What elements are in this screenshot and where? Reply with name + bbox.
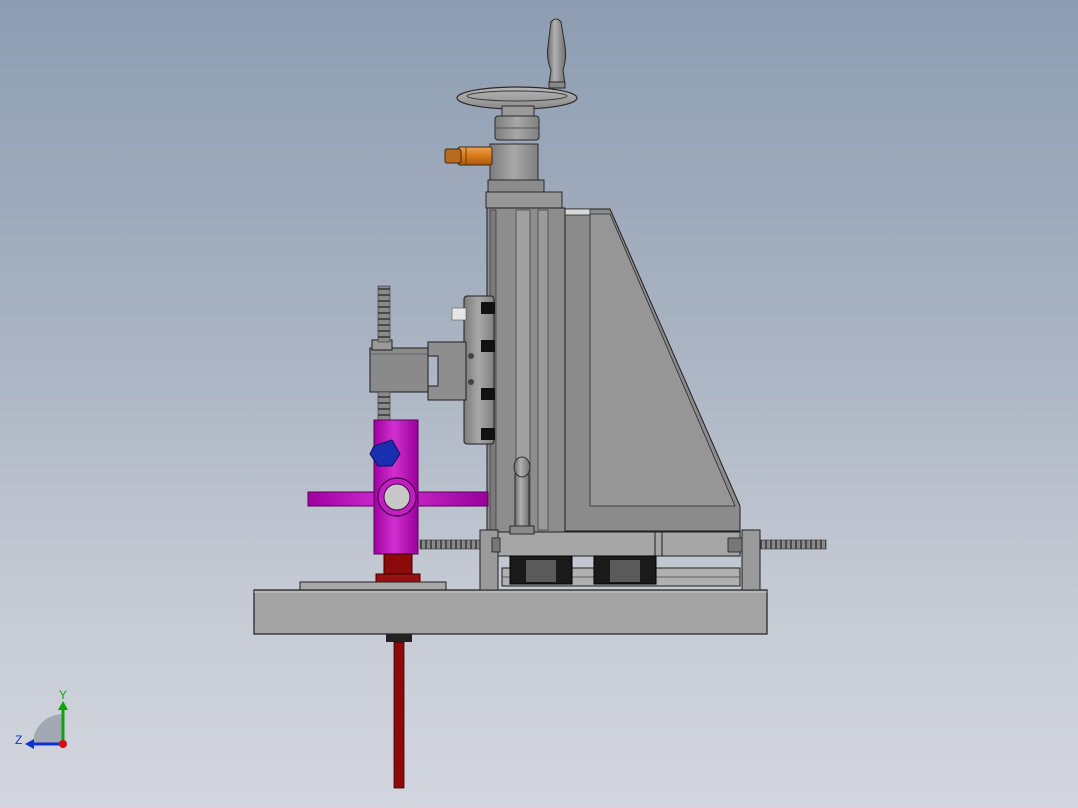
clamp-body (369, 347, 429, 393)
horizontal-threaded-rod-left (419, 539, 483, 550)
slide-end-bracket-right (741, 529, 761, 591)
lever-base (509, 525, 535, 535)
carriage-black-block-3 (481, 388, 495, 400)
handwheel-hub (501, 105, 535, 117)
cad-model-view[interactable]: Y Z (0, 0, 1078, 808)
triad-z-label: Z (15, 733, 22, 747)
triad-z-arrowhead (25, 739, 34, 749)
orange-lock-knob-body[interactable] (457, 146, 493, 166)
handwheel-assembly[interactable] (444, 18, 578, 209)
crank-handle-collar (548, 81, 566, 89)
bottom-rod (393, 641, 405, 789)
lever-knob (513, 456, 531, 478)
triad-x-axis-dot (59, 740, 67, 748)
carriage-plate (463, 295, 495, 445)
bracket-bolt-2 (468, 379, 474, 385)
bracket-bolt-1 (468, 353, 474, 359)
carriage-black-block-1 (481, 302, 495, 314)
lever-shaft (514, 471, 530, 531)
slide-bar (496, 531, 741, 557)
triad-y-label: Y (59, 688, 67, 702)
base-assembly (253, 581, 768, 789)
pin-collar (383, 553, 413, 575)
base-pad-left (299, 581, 447, 591)
crank-handle-grip[interactable] (546, 18, 567, 85)
horizontal-slide[interactable] (419, 529, 827, 591)
slide-nut-left (491, 537, 501, 553)
gusset-top-cap (564, 208, 591, 216)
coordinate-triad: Y Z (15, 688, 68, 749)
clamp-arm[interactable] (369, 339, 474, 401)
triad-arc (33, 714, 63, 744)
carriage-black-block-4 (481, 428, 495, 440)
pin-base (375, 573, 421, 583)
top-mount-plate (485, 191, 563, 209)
magenta-bore-inner (383, 483, 411, 511)
clamp-arm-bracket (427, 341, 467, 401)
gusset-inner-face (589, 213, 736, 507)
horizontal-threaded-rod-right (759, 539, 827, 550)
base-plate (253, 589, 768, 635)
orange-lock-knob-tip (444, 148, 462, 164)
bearing-housing (489, 143, 539, 183)
bottom-connector (386, 634, 412, 642)
slide-nut-right (727, 537, 743, 553)
bearing-housing-base (487, 179, 545, 193)
graphics-viewport[interactable]: Y Z (0, 0, 1078, 808)
locating-pin (375, 553, 421, 583)
gusset-support (564, 208, 741, 532)
carriage-black-block-2 (481, 340, 495, 352)
column-rail-right (537, 209, 549, 531)
carriage-white-cap (451, 307, 467, 321)
triad-y-arrowhead (58, 701, 68, 710)
magenta-clamp[interactable] (307, 419, 489, 555)
